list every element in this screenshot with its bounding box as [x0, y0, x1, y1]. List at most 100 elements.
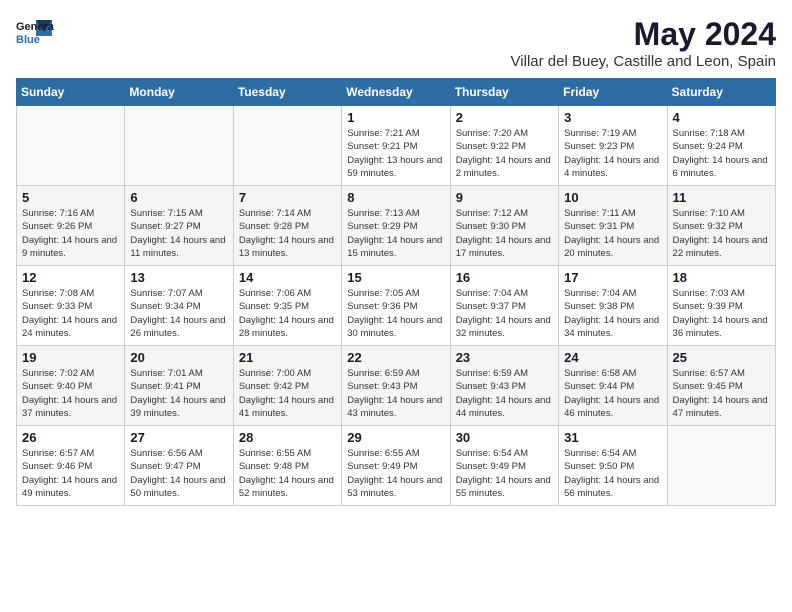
cell-info: Sunrise: 7:10 AM Sunset: 9:32 PM Dayligh… — [673, 207, 770, 260]
calendar-cell: 30 Sunrise: 6:54 AM Sunset: 9:49 PM Dayli… — [450, 426, 558, 506]
day-number: 3 — [564, 110, 661, 125]
calendar-table: SundayMondayTuesdayWednesdayThursdayFrid… — [16, 78, 776, 506]
day-number: 12 — [22, 270, 119, 285]
location-title: Villar del Buey, Castille and Leon, Spai… — [511, 53, 776, 70]
cell-info: Sunrise: 7:11 AM Sunset: 9:31 PM Dayligh… — [564, 207, 661, 260]
week-row-3: 12 Sunrise: 7:08 AM Sunset: 9:33 PM Dayli… — [17, 266, 776, 346]
weekday-header-sunday: Sunday — [17, 79, 125, 106]
day-number: 25 — [673, 350, 770, 365]
calendar-cell: 11 Sunrise: 7:10 AM Sunset: 9:32 PM Dayli… — [667, 186, 775, 266]
day-number: 11 — [673, 190, 770, 205]
calendar-cell: 23Sunrise: 6:59 AM Sunset: 9:43 PM Dayli… — [450, 346, 558, 426]
calendar-cell: 13 Sunrise: 7:07 AM Sunset: 9:34 PM Dayli… — [125, 266, 233, 346]
calendar-cell: 16 Sunrise: 7:04 AM Sunset: 9:37 PM Dayli… — [450, 266, 558, 346]
day-number: 1 — [347, 110, 444, 125]
calendar-cell: 8 Sunrise: 7:13 AM Sunset: 9:29 PM Daylig… — [342, 186, 450, 266]
day-number: 23 — [456, 350, 553, 365]
day-number: 9 — [456, 190, 553, 205]
svg-text:Blue: Blue — [16, 34, 40, 46]
calendar-cell: 19 Sunrise: 7:02 AM Sunset: 9:40 PM Dayli… — [17, 346, 125, 426]
title-block: May 2024 Villar del Buey, Castille and L… — [511, 16, 776, 70]
cell-info: Sunrise: 7:02 AM Sunset: 9:40 PM Dayligh… — [22, 367, 119, 420]
cell-info: Sunrise: 7:06 AM Sunset: 9:35 PM Dayligh… — [239, 287, 336, 340]
cell-info: Sunrise: 7:15 AM Sunset: 9:27 PM Dayligh… — [130, 207, 227, 260]
calendar-cell: 14 Sunrise: 7:06 AM Sunset: 9:35 PM Dayli… — [233, 266, 341, 346]
cell-info: Sunrise: 6:54 AM Sunset: 9:49 PM Dayligh… — [456, 447, 553, 500]
day-number: 28 — [239, 430, 336, 445]
cell-info: Sunrise: 6:57 AM Sunset: 9:45 PM Dayligh… — [673, 367, 770, 420]
cell-info: Sunrise: 7:01 AM Sunset: 9:41 PM Dayligh… — [130, 367, 227, 420]
calendar-cell: 24 Sunrise: 6:58 AM Sunset: 9:44 PM Dayli… — [559, 346, 667, 426]
cell-info: Sunrise: 7:08 AM Sunset: 9:33 PM Dayligh… — [22, 287, 119, 340]
week-row-5: 26 Sunrise: 6:57 AM Sunset: 9:46 PM Dayli… — [17, 426, 776, 506]
calendar-cell: 26 Sunrise: 6:57 AM Sunset: 9:46 PM Dayli… — [17, 426, 125, 506]
day-number: 24 — [564, 350, 661, 365]
calendar-cell: 5Sunrise: 7:16 AM Sunset: 9:26 PM Daylig… — [17, 186, 125, 266]
day-number: 7 — [239, 190, 336, 205]
day-number: 30 — [456, 430, 553, 445]
cell-info: Sunrise: 7:20 AM Sunset: 9:22 PM Dayligh… — [456, 127, 553, 180]
day-number: 22 — [347, 350, 444, 365]
weekday-header-tuesday: Tuesday — [233, 79, 341, 106]
cell-info: Sunrise: 6:54 AM Sunset: 9:50 PM Dayligh… — [564, 447, 661, 500]
day-number: 5 — [22, 190, 119, 205]
calendar-cell — [17, 106, 125, 186]
logo: General Blue — [16, 16, 54, 48]
calendar-cell: 17 Sunrise: 7:04 AM Sunset: 9:38 PM Dayli… — [559, 266, 667, 346]
cell-info: Sunrise: 7:03 AM Sunset: 9:39 PM Dayligh… — [673, 287, 770, 340]
weekday-header-friday: Friday — [559, 79, 667, 106]
cell-info: Sunrise: 7:04 AM Sunset: 9:38 PM Dayligh… — [564, 287, 661, 340]
cell-info: Sunrise: 7:04 AM Sunset: 9:37 PM Dayligh… — [456, 287, 553, 340]
calendar-cell: 27 Sunrise: 6:56 AM Sunset: 9:47 PM Dayli… — [125, 426, 233, 506]
day-number: 2 — [456, 110, 553, 125]
weekday-header-monday: Monday — [125, 79, 233, 106]
day-number: 26 — [22, 430, 119, 445]
cell-info: Sunrise: 7:07 AM Sunset: 9:34 PM Dayligh… — [130, 287, 227, 340]
cell-info: Sunrise: 6:55 AM Sunset: 9:49 PM Dayligh… — [347, 447, 444, 500]
calendar-cell: 22Sunrise: 6:59 AM Sunset: 9:43 PM Dayli… — [342, 346, 450, 426]
day-number: 31 — [564, 430, 661, 445]
day-number: 6 — [130, 190, 227, 205]
calendar-cell: 28 Sunrise: 6:55 AM Sunset: 9:48 PM Dayli… — [233, 426, 341, 506]
logo-icon: General Blue — [16, 16, 54, 48]
page-header: General Blue May 2024 Villar del Buey, C… — [16, 16, 776, 70]
cell-info: Sunrise: 6:55 AM Sunset: 9:48 PM Dayligh… — [239, 447, 336, 500]
day-number: 14 — [239, 270, 336, 285]
day-number: 21 — [239, 350, 336, 365]
weekday-header-saturday: Saturday — [667, 79, 775, 106]
day-number: 4 — [673, 110, 770, 125]
day-number: 17 — [564, 270, 661, 285]
calendar-cell: 21Sunrise: 7:00 AM Sunset: 9:42 PM Dayli… — [233, 346, 341, 426]
cell-info: Sunrise: 7:21 AM Sunset: 9:21 PM Dayligh… — [347, 127, 444, 180]
weekday-header-thursday: Thursday — [450, 79, 558, 106]
cell-info: Sunrise: 6:57 AM Sunset: 9:46 PM Dayligh… — [22, 447, 119, 500]
cell-info: Sunrise: 7:14 AM Sunset: 9:28 PM Dayligh… — [239, 207, 336, 260]
weekday-header-row: SundayMondayTuesdayWednesdayThursdayFrid… — [17, 79, 776, 106]
cell-info: Sunrise: 6:56 AM Sunset: 9:47 PM Dayligh… — [130, 447, 227, 500]
cell-info: Sunrise: 7:19 AM Sunset: 9:23 PM Dayligh… — [564, 127, 661, 180]
weekday-header-wednesday: Wednesday — [342, 79, 450, 106]
cell-info: Sunrise: 7:05 AM Sunset: 9:36 PM Dayligh… — [347, 287, 444, 340]
week-row-2: 5Sunrise: 7:16 AM Sunset: 9:26 PM Daylig… — [17, 186, 776, 266]
calendar-cell: 12 Sunrise: 7:08 AM Sunset: 9:33 PM Dayli… — [17, 266, 125, 346]
day-number: 8 — [347, 190, 444, 205]
calendar-cell: 18 Sunrise: 7:03 AM Sunset: 9:39 PM Dayli… — [667, 266, 775, 346]
calendar-cell: 25 Sunrise: 6:57 AM Sunset: 9:45 PM Dayli… — [667, 346, 775, 426]
day-number: 27 — [130, 430, 227, 445]
cell-info: Sunrise: 7:18 AM Sunset: 9:24 PM Dayligh… — [673, 127, 770, 180]
day-number: 15 — [347, 270, 444, 285]
calendar-cell: 10Sunrise: 7:11 AM Sunset: 9:31 PM Dayli… — [559, 186, 667, 266]
calendar-cell: 15 Sunrise: 7:05 AM Sunset: 9:36 PM Dayli… — [342, 266, 450, 346]
cell-info: Sunrise: 6:58 AM Sunset: 9:44 PM Dayligh… — [564, 367, 661, 420]
calendar-cell: 6 Sunrise: 7:15 AM Sunset: 9:27 PM Daylig… — [125, 186, 233, 266]
calendar-cell: 1 Sunrise: 7:21 AM Sunset: 9:21 PM Daylig… — [342, 106, 450, 186]
day-number: 16 — [456, 270, 553, 285]
day-number: 13 — [130, 270, 227, 285]
calendar-cell — [125, 106, 233, 186]
calendar-cell: 2 Sunrise: 7:20 AM Sunset: 9:22 PM Daylig… — [450, 106, 558, 186]
day-number: 19 — [22, 350, 119, 365]
day-number: 18 — [673, 270, 770, 285]
cell-info: Sunrise: 7:13 AM Sunset: 9:29 PM Dayligh… — [347, 207, 444, 260]
calendar-cell: 4 Sunrise: 7:18 AM Sunset: 9:24 PM Daylig… — [667, 106, 775, 186]
week-row-4: 19 Sunrise: 7:02 AM Sunset: 9:40 PM Dayli… — [17, 346, 776, 426]
